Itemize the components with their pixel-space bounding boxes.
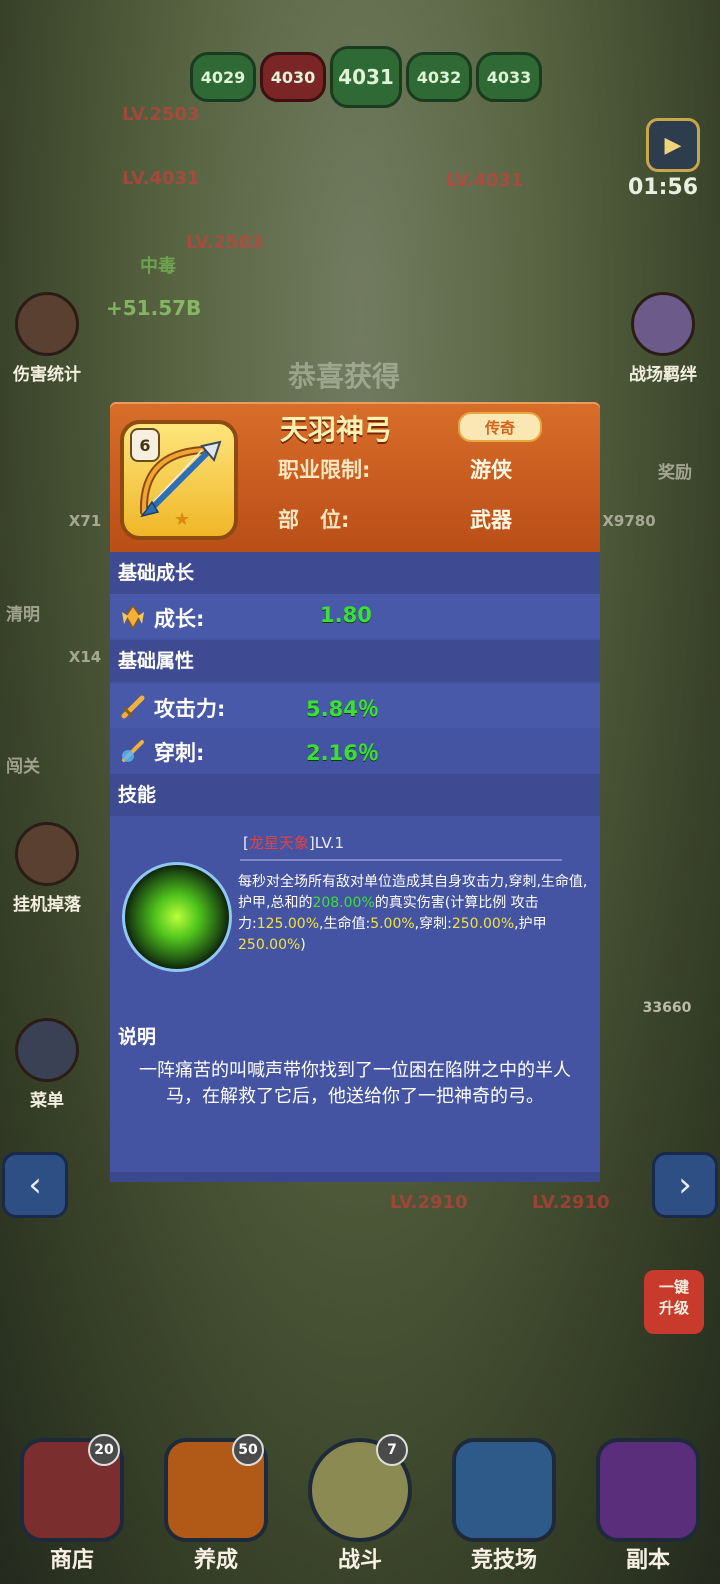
nav-develop[interactable]: 50 养成	[156, 1434, 276, 1574]
damage-stats-button[interactable]: 伤害统计	[2, 292, 92, 385]
attack-label: 攻击力:	[154, 697, 226, 721]
nav-arena[interactable]: 竞技场	[444, 1438, 564, 1574]
prev-arrow-button[interactable]: ‹	[2, 1152, 68, 1218]
hero-level: LV.2503	[122, 104, 200, 125]
menu-button[interactable]: 菜单	[2, 1018, 92, 1111]
stage-level-current: 4031	[330, 46, 402, 108]
chest-icon	[15, 822, 79, 886]
skill-description: 每秒对全场所有敌对单位造成其自身攻击力,穿刺,生命值,护甲,总和的208.00%…	[238, 874, 588, 953]
hero-level: LV.4031	[122, 168, 200, 189]
idle-loot-button[interactable]: 挂机掉落	[2, 822, 92, 915]
shield-swords-icon	[452, 1438, 556, 1542]
pierce-icon	[122, 740, 144, 762]
nav-badge: 20	[88, 1434, 120, 1466]
stage-level-bar: 4029 4030 4031 4032 4033	[190, 46, 542, 108]
nav-shop[interactable]: 20 商店	[12, 1434, 132, 1574]
popup-bottom-edge	[110, 1172, 600, 1182]
pierce-row: 穿刺: 2.16％	[110, 728, 600, 772]
item-details-body: 基础成长 成长: 1.80 基础属性 攻击力: 5.84％ 穿刺: 2.16％ …	[110, 552, 600, 1182]
nav-battle[interactable]: 7 战斗	[300, 1434, 420, 1574]
skill-divider	[240, 859, 562, 861]
growth-value: 1.80	[320, 603, 372, 627]
next-arrow-button[interactable]: ›	[652, 1152, 718, 1218]
item-name: 天羽神弓	[280, 413, 393, 446]
play-icon: ▶	[664, 132, 682, 158]
stage-level: 4029	[190, 52, 256, 102]
battle-timer: 01:56	[627, 175, 698, 200]
item-flavor-text: 一阵痛苦的叫喊声带你找到了一位困在陷阱之中的半人马，在解救了它后，他送给你了一把…	[139, 1060, 571, 1107]
chevron-right-icon: ›	[678, 1165, 692, 1205]
slot-value: 武器	[470, 508, 512, 532]
skill-section-title: 技能	[110, 774, 600, 816]
hero-level: LV.2910	[532, 1192, 610, 1213]
class-restriction-label: 职业限制:	[278, 458, 371, 482]
pierce-label: 穿刺:	[154, 741, 205, 765]
hero-level: LV.2910	[390, 1192, 468, 1213]
damage-popup: +51.57B	[106, 296, 202, 320]
nav-badge: 7	[376, 1434, 408, 1466]
bond-icon	[631, 292, 695, 356]
pierce-value: 2.16％	[306, 741, 379, 765]
nav-dungeon[interactable]: 副本	[588, 1438, 708, 1574]
battle-bond-button[interactable]: 战场羁绊	[618, 292, 708, 385]
attributes-section-title: 基础属性	[110, 640, 600, 682]
sword-icon	[121, 695, 145, 719]
growth-section-title: 基础成长	[110, 552, 600, 594]
stage-button[interactable]: 闯关	[0, 752, 68, 777]
hamburger-icon	[15, 1018, 79, 1082]
attack-row: 攻击力: 5.84％	[110, 684, 600, 728]
enemy-level: LV.4031	[446, 170, 524, 191]
rarity-badge: 传奇	[458, 412, 542, 442]
stage-level: 4030	[260, 52, 326, 102]
item-count: X9780	[602, 512, 656, 530]
item-header: 6 ★ 天羽神弓 传奇 职业限制: 游侠 部 位: 武器	[110, 402, 600, 552]
gold-counter: 33660	[642, 1000, 692, 1016]
star-icon: ★	[174, 509, 191, 530]
note-section-title: 说明	[118, 1026, 157, 1048]
skill-title: [龙星天象]LV.1	[243, 834, 345, 852]
bottom-nav: 20 商店 50 养成 7 战斗 竞技场 副本	[0, 1434, 720, 1584]
stage-level: 4032	[406, 52, 472, 102]
attack-value: 5.84％	[306, 697, 379, 721]
growth-label: 成长:	[154, 607, 205, 631]
skill-name: 龙星天象	[248, 834, 309, 852]
skill-level: LV.1	[314, 834, 345, 852]
slot-label: 部 位:	[278, 508, 350, 532]
item-icon-frame: 6 ★	[120, 420, 238, 540]
fire-icon	[15, 292, 79, 356]
nav-badge: 50	[232, 1434, 264, 1466]
class-restriction-value: 游侠	[470, 458, 512, 482]
stage-level: 4033	[476, 52, 542, 102]
poison-status: 中毒	[140, 256, 176, 277]
qingming-button[interactable]: 清明	[0, 600, 68, 625]
congrats-banner: 恭喜获得	[288, 360, 401, 393]
skill-vortex-icon	[122, 862, 232, 972]
one-click-upgrade-button[interactable]: 一键 升级	[644, 1270, 704, 1334]
growth-row: 成长: 1.80	[110, 594, 600, 638]
hero-level: LV.2503	[186, 232, 264, 253]
growth-wings-icon	[122, 604, 144, 630]
portal-icon	[596, 1438, 700, 1542]
chevron-left-icon: ‹	[28, 1165, 42, 1205]
reward-button[interactable]: 奖励	[640, 458, 710, 483]
speed-button[interactable]: ▶	[646, 118, 700, 172]
item-detail-popup: 6 ★ 天羽神弓 传奇 职业限制: 游侠 部 位: 武器 基础成长 成长: 1.…	[110, 402, 600, 1182]
